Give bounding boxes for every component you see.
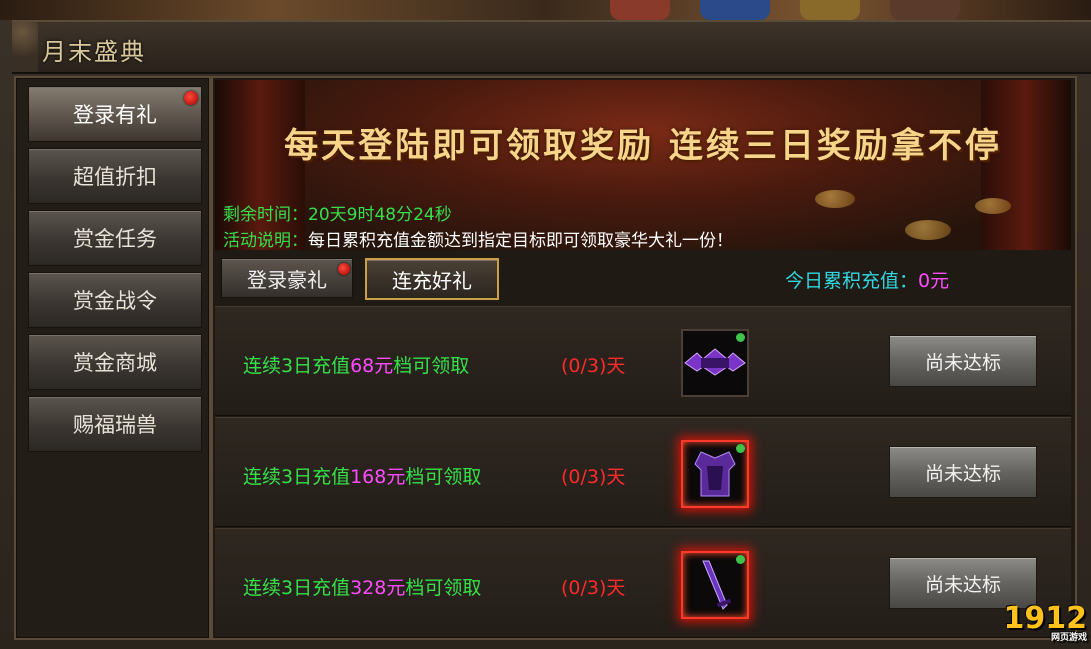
- event-description: 活动说明：每日累积充值金额达到指定目标即可领取豪华大礼一份！: [223, 226, 733, 250]
- remaining-time: 剩余时间：20天9时48分24秒: [223, 200, 452, 225]
- reward-suffix: 档可领取: [405, 466, 482, 488]
- remaining-time-value: 20天9时48分24秒: [308, 205, 452, 225]
- sidebar-item-label: 超值折扣: [73, 165, 157, 189]
- reward-suffix: 档可领取: [405, 577, 482, 599]
- reward-prefix: 连续3日充值: [243, 466, 351, 488]
- sidebar-item-discount[interactable]: 超值折扣: [28, 148, 202, 204]
- sidebar-item-label: 赐福瑞兽: [73, 413, 157, 437]
- not-qualified-button[interactable]: 尚未达标: [889, 335, 1037, 387]
- coin-decoration: [975, 198, 1011, 214]
- banner-headline: 每天登陆即可领取奖励 连续三日奖励拿不停: [284, 126, 1002, 166]
- character-portrait: [700, 0, 770, 20]
- notification-dot: [184, 91, 198, 105]
- sidebar-menu: 登录有礼 超值折扣 赏金任务 赏金战令 赏金商城 赐福瑞兽: [14, 76, 211, 640]
- reward-description: 连续3日充值168元档可领取: [243, 462, 481, 489]
- tab-login-gift[interactable]: 登录豪礼: [221, 258, 353, 298]
- reward-prefix: 连续3日充值: [243, 577, 351, 599]
- today-recharge: 今日累积充值：0元: [785, 266, 949, 293]
- sidebar-item-label: 赏金任务: [73, 227, 157, 251]
- item-status-dot: [736, 444, 745, 453]
- reward-progress: (0/3)天: [561, 355, 626, 377]
- reward-item-slot[interactable]: [681, 329, 749, 397]
- reward-description: 连续3日充值68元档可领取: [243, 351, 469, 378]
- tab-label: 连充好礼: [392, 268, 472, 293]
- sidebar-item-label: 赏金商城: [73, 351, 157, 375]
- character-portrait: [890, 0, 960, 20]
- not-qualified-button[interactable]: 尚未达标: [889, 446, 1037, 498]
- event-description-value: 每日累积充值金额达到指定目标即可领取豪华大礼一份！: [308, 231, 733, 250]
- game-top-strip: [0, 0, 1091, 20]
- reward-amount: 328元: [350, 577, 406, 599]
- sidebar-item-blessed-beast[interactable]: 赐福瑞兽: [28, 396, 202, 452]
- event-description-label: 活动说明：: [223, 231, 308, 250]
- today-recharge-label: 今日累积充值：: [785, 270, 919, 292]
- reward-description: 连续3日充值328元档可领取: [243, 573, 481, 600]
- remaining-time-label: 剩余时间：: [223, 205, 308, 225]
- tab-continuous-recharge[interactable]: 连充好礼: [365, 258, 499, 300]
- today-recharge-value: 0元: [918, 270, 950, 292]
- ornament-corner: [12, 22, 38, 72]
- item-status-dot: [736, 333, 745, 342]
- reward-progress: (0/3)天: [561, 577, 626, 599]
- notification-dot: [338, 263, 350, 275]
- coin-decoration: [905, 220, 951, 240]
- site-watermark-logo: 1912 网页游戏: [1004, 601, 1088, 643]
- reward-item-slot[interactable]: [681, 551, 749, 619]
- main-panel: 每天登陆即可领取奖励 连续三日奖励拿不停 剩余时间：20天9时48分24秒 活动…: [211, 76, 1077, 640]
- sidebar-item-bounty-pass[interactable]: 赏金战令: [28, 272, 202, 328]
- coin-decoration: [815, 190, 855, 208]
- tab-label: 登录豪礼: [247, 267, 327, 292]
- reward-row: 连续3日充值328元档可领取 (0/3)天 尚未达标: [215, 528, 1071, 638]
- character-portrait: [610, 0, 670, 20]
- sidebar-item-login-gift[interactable]: 登录有礼: [28, 86, 202, 142]
- reward-row: 连续3日充值168元档可领取 (0/3)天 尚未达标: [215, 417, 1071, 527]
- event-banner: 每天登陆即可领取奖励 连续三日奖励拿不停 剩余时间：20天9时48分24秒 活动…: [215, 80, 1071, 250]
- reward-item-slot[interactable]: [681, 440, 749, 508]
- sidebar-item-label: 登录有礼: [73, 103, 157, 127]
- sidebar-item-bounty-shop[interactable]: 赏金商城: [28, 334, 202, 390]
- item-status-dot: [736, 555, 745, 564]
- reward-amount: 168元: [350, 466, 406, 488]
- game-window: 月末盛典 登录有礼 超值折扣 赏金任务 赏金战令 赏金商城 赐福瑞兽 每天登陆即…: [0, 0, 1091, 649]
- reward-suffix: 档可领取: [393, 355, 470, 377]
- sidebar-item-label: 赏金战令: [73, 289, 157, 313]
- reward-prefix: 连续3日充值: [243, 355, 351, 377]
- window-title-bar: 月末盛典: [12, 20, 1091, 74]
- reward-amount: 68元: [350, 355, 394, 377]
- reward-row: 连续3日充值68元档可领取 (0/3)天 尚未达标: [215, 306, 1071, 416]
- character-portrait: [800, 0, 860, 20]
- window-title: 月末盛典: [42, 38, 146, 66]
- sidebar-item-bounty-task[interactable]: 赏金任务: [28, 210, 202, 266]
- reward-progress: (0/3)天: [561, 466, 626, 488]
